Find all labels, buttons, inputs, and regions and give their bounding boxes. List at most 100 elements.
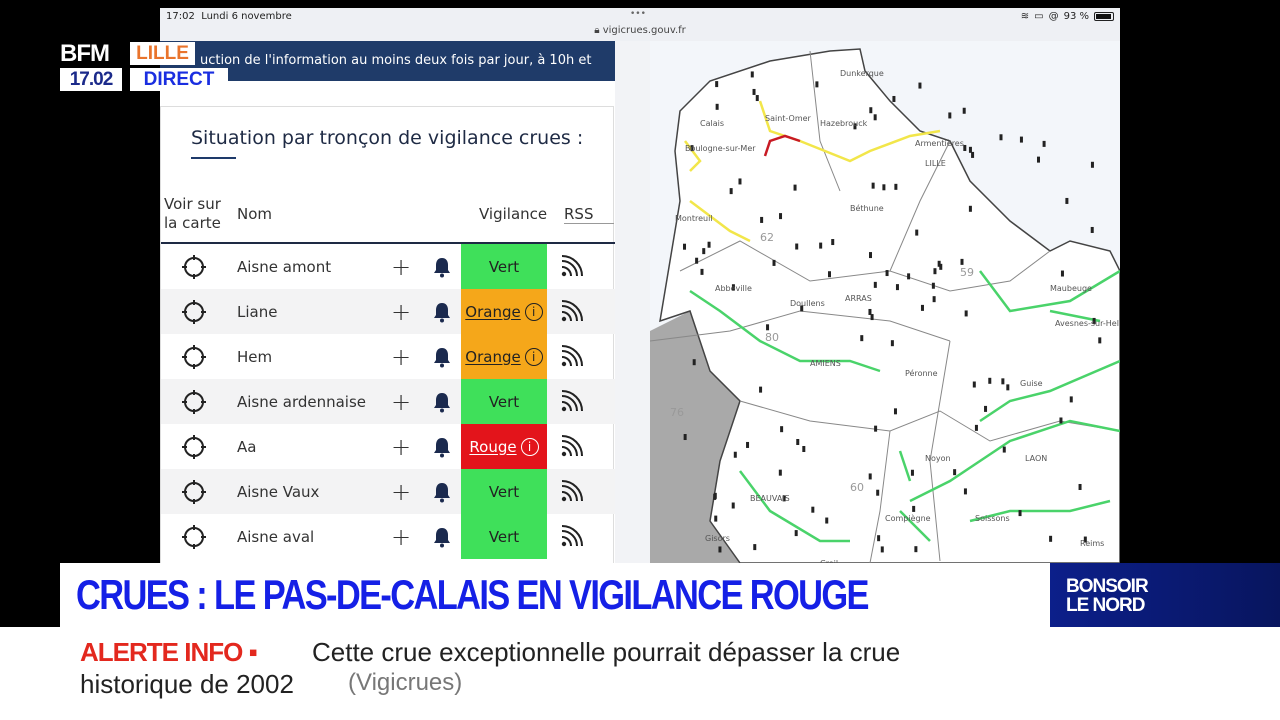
locate-on-map-icon[interactable] [181, 434, 207, 460]
station-marker[interactable] [692, 359, 696, 366]
station-marker[interactable] [914, 546, 918, 553]
station-marker[interactable] [895, 284, 899, 291]
rss-icon[interactable] [559, 254, 583, 279]
locate-on-map-icon[interactable] [181, 389, 207, 415]
info-icon[interactable]: i [524, 302, 543, 321]
station-marker[interactable] [907, 273, 911, 280]
station-marker[interactable] [718, 546, 722, 553]
station-marker[interactable] [962, 107, 966, 114]
station-marker[interactable] [802, 446, 806, 453]
station-marker[interactable] [892, 95, 896, 102]
station-marker[interactable] [1090, 226, 1094, 233]
station-marker[interactable] [778, 469, 782, 476]
station-marker[interactable] [873, 281, 877, 288]
station-marker[interactable] [766, 324, 770, 331]
station-marker[interactable] [964, 310, 968, 317]
station-marker[interactable] [746, 441, 750, 448]
station-marker[interactable] [971, 151, 975, 158]
vigilance-link[interactable]: Rouge [469, 438, 516, 456]
station-marker[interactable] [1065, 197, 1069, 204]
vigilance-badge[interactable]: Orange i [461, 334, 547, 379]
bell-icon[interactable] [431, 391, 453, 413]
station-marker[interactable] [931, 282, 935, 289]
vigilance-link[interactable]: Orange [465, 303, 520, 321]
station-marker[interactable] [1042, 140, 1046, 147]
station-marker[interactable] [1006, 384, 1010, 391]
station-marker[interactable] [877, 535, 881, 542]
info-icon[interactable]: i [520, 437, 539, 456]
url-bar[interactable]: 🔒︎ vigicrues.gouv.fr [160, 24, 1120, 42]
station-marker[interactable] [738, 178, 742, 185]
locate-on-map-icon[interactable] [181, 524, 207, 550]
station-marker[interactable] [918, 82, 922, 89]
station-marker[interactable] [1019, 136, 1023, 143]
station-marker[interactable] [827, 271, 831, 278]
station-marker[interactable] [752, 88, 756, 95]
station-marker[interactable] [1049, 535, 1053, 542]
rss-icon[interactable] [559, 524, 583, 549]
expand-plus-icon[interactable]: + [391, 478, 411, 506]
station-marker[interactable] [683, 434, 687, 441]
station-marker[interactable] [1018, 510, 1022, 517]
station-marker[interactable] [999, 134, 1003, 141]
station-marker[interactable] [825, 517, 829, 524]
station-marker[interactable] [780, 426, 784, 433]
station-marker[interactable] [960, 258, 964, 265]
station-marker[interactable] [890, 340, 894, 347]
station-marker[interactable] [772, 259, 776, 266]
station-marker[interactable] [700, 268, 704, 275]
station-marker[interactable] [793, 184, 797, 191]
bell-icon[interactable] [431, 256, 453, 278]
locate-on-map-icon[interactable] [181, 344, 207, 370]
station-marker[interactable] [819, 242, 823, 249]
station-marker[interactable] [831, 239, 835, 246]
station-marker[interactable] [948, 112, 952, 119]
station-marker[interactable] [974, 424, 978, 431]
station-marker[interactable] [968, 205, 972, 212]
station-marker[interactable] [731, 502, 735, 509]
station-marker[interactable] [882, 184, 886, 191]
multitask-dots[interactable]: ••• [630, 9, 646, 19]
station-marker[interactable] [759, 386, 763, 393]
vigilance-map[interactable]: Dunkerque Calais Saint-Omer Hazebrouck Boulo… [649, 41, 1120, 563]
rss-icon[interactable] [559, 299, 583, 324]
station-marker[interactable] [815, 81, 819, 88]
station-marker[interactable] [920, 304, 924, 311]
rss-icon[interactable] [559, 389, 583, 414]
station-marker[interactable] [880, 546, 884, 553]
bell-icon[interactable] [431, 481, 453, 503]
expand-plus-icon[interactable]: + [391, 388, 411, 416]
station-marker[interactable] [871, 182, 875, 189]
expand-plus-icon[interactable]: + [391, 253, 411, 281]
station-marker[interactable] [869, 107, 873, 114]
station-marker[interactable] [915, 229, 919, 236]
bell-icon[interactable] [431, 346, 453, 368]
station-marker[interactable] [932, 296, 936, 303]
station-marker[interactable] [953, 469, 957, 476]
station-marker[interactable] [795, 243, 799, 250]
station-marker[interactable] [760, 216, 764, 223]
station-marker[interactable] [933, 268, 937, 275]
station-marker[interactable] [972, 381, 976, 388]
station-marker[interactable] [713, 493, 717, 500]
station-marker[interactable] [707, 241, 711, 248]
station-marker[interactable] [874, 425, 878, 432]
station-marker[interactable] [755, 95, 759, 102]
rss-icon[interactable] [559, 479, 583, 504]
station-marker[interactable] [894, 183, 898, 190]
bell-icon[interactable] [431, 436, 453, 458]
expand-plus-icon[interactable]: + [391, 523, 411, 551]
expand-plus-icon[interactable]: + [391, 298, 411, 326]
bell-icon[interactable] [431, 526, 453, 548]
station-marker[interactable] [885, 270, 889, 277]
station-marker[interactable] [893, 408, 897, 415]
station-marker[interactable] [873, 114, 877, 121]
station-marker[interactable] [988, 377, 992, 384]
station-marker[interactable] [860, 335, 864, 342]
station-marker[interactable] [1036, 156, 1040, 163]
station-marker[interactable] [1060, 270, 1064, 277]
station-marker[interactable] [715, 81, 719, 88]
station-marker[interactable] [796, 438, 800, 445]
station-marker[interactable] [702, 248, 706, 255]
locate-on-map-icon[interactable] [181, 479, 207, 505]
